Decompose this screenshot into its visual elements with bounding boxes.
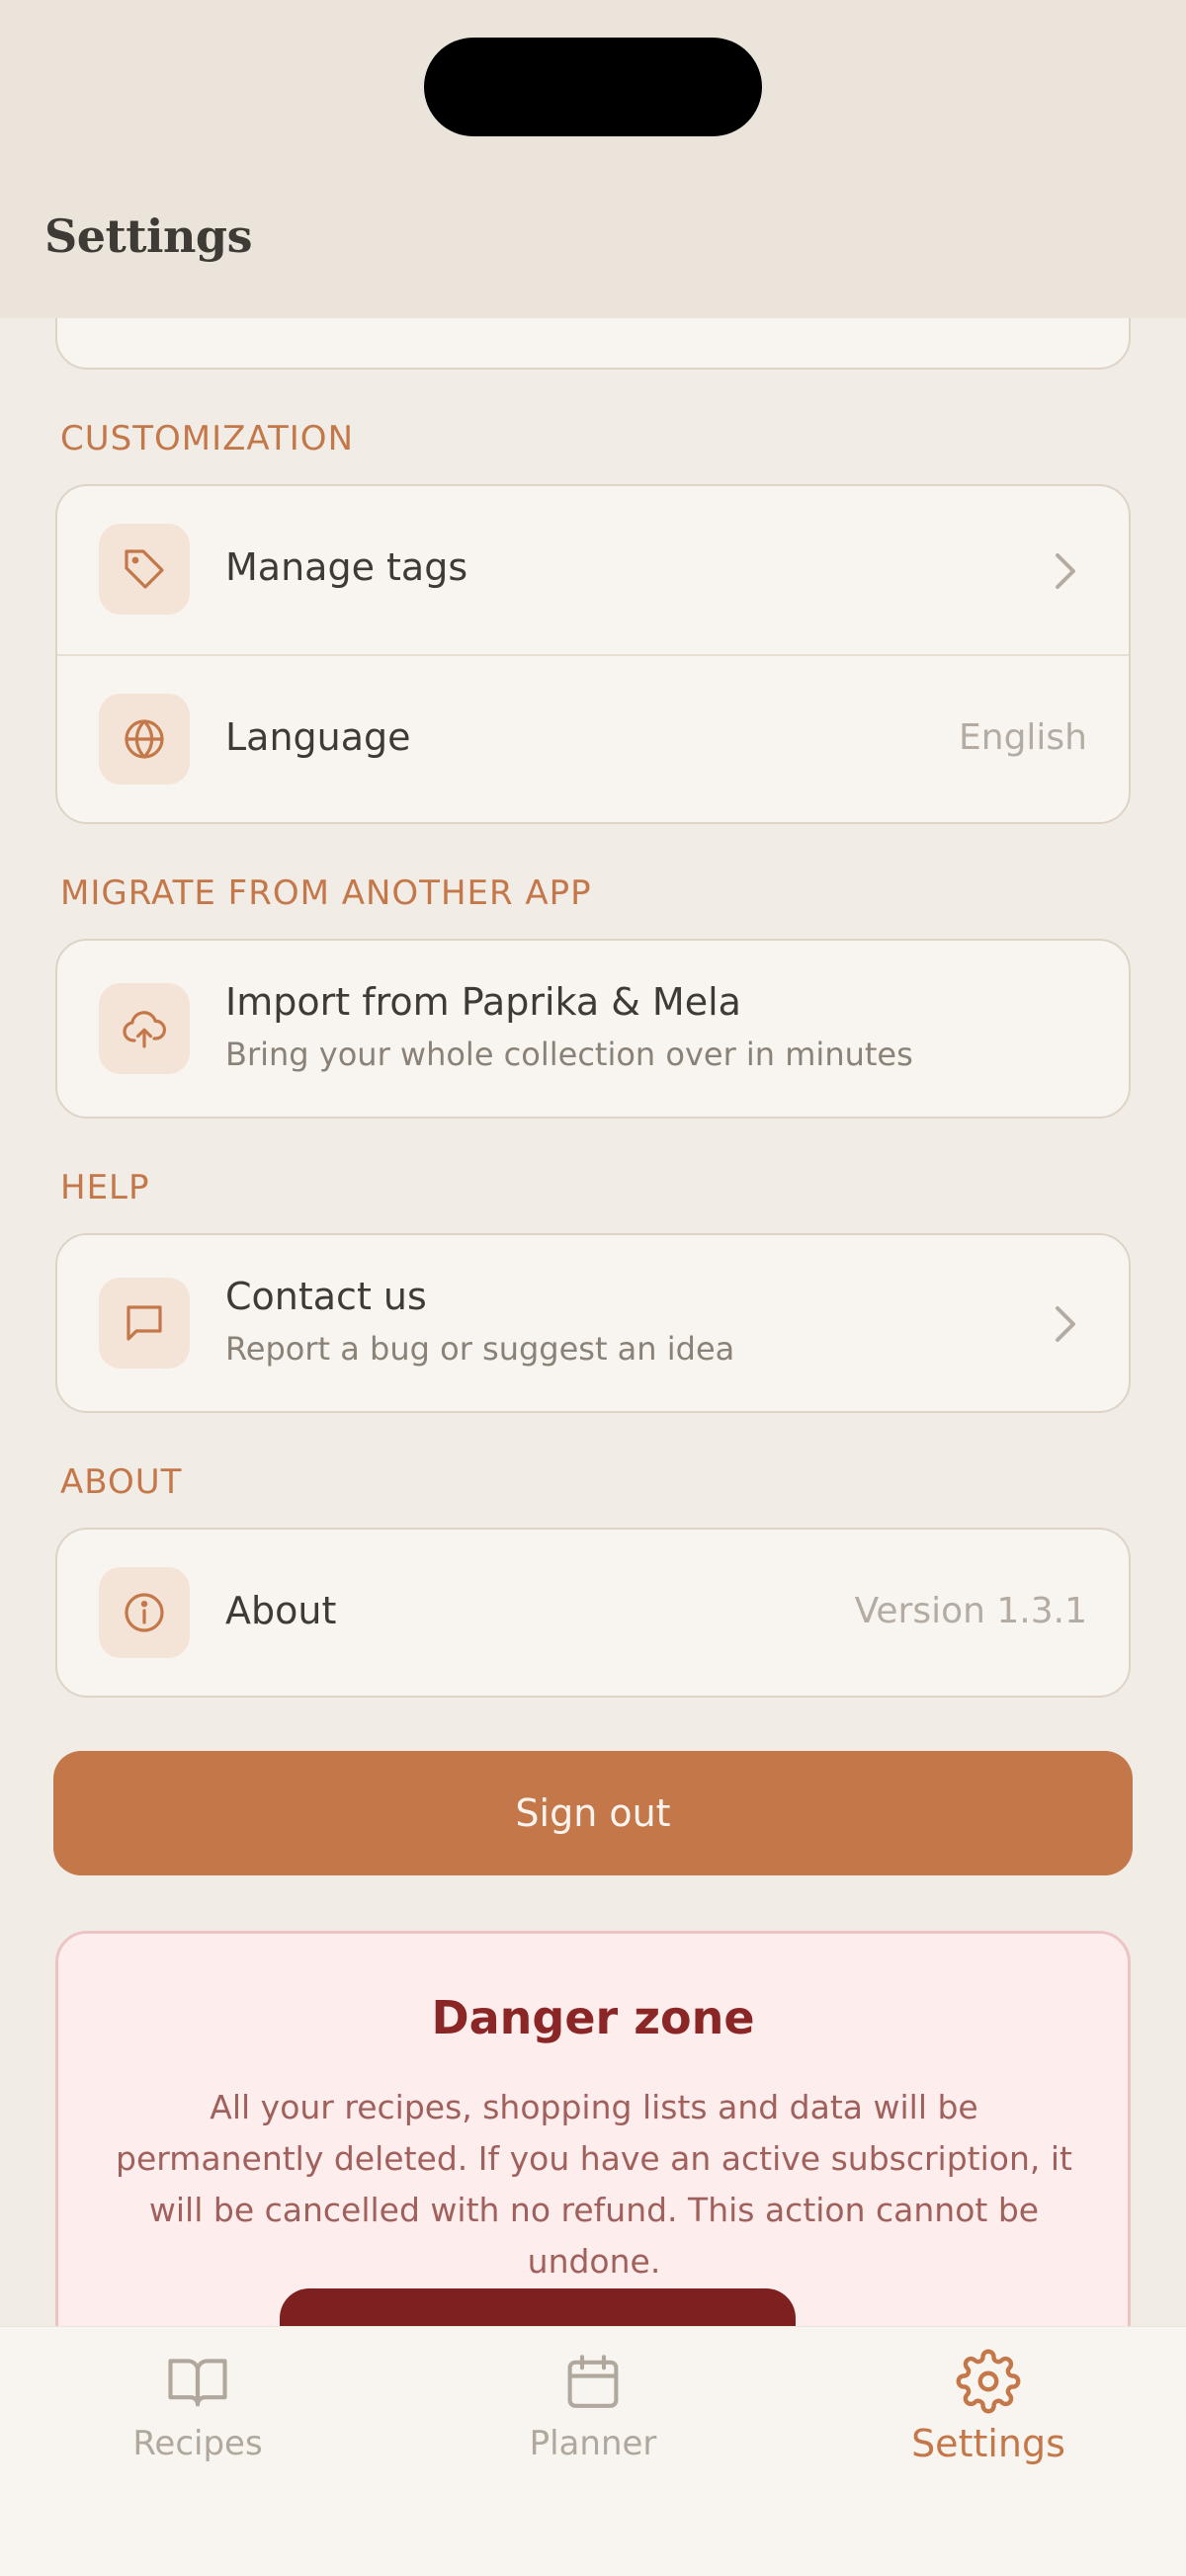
section-title-customization: CUSTOMIZATION xyxy=(60,419,355,458)
tab-label-recipes: Recipes xyxy=(132,2424,263,2463)
camera-notch xyxy=(424,38,762,136)
settings-card-partial xyxy=(55,318,1131,370)
language-value: English xyxy=(959,717,1087,758)
manage-tags-row[interactable]: Manage tags xyxy=(57,486,1129,654)
message-square-icon xyxy=(99,1278,190,1369)
section-title-about: ABOUT xyxy=(60,1462,183,1502)
version-value: Version 1.3.1 xyxy=(854,1591,1087,1631)
book-icon xyxy=(168,2359,227,2407)
info-icon xyxy=(99,1567,190,1658)
about-card: About Version 1.3.1 xyxy=(55,1528,1131,1698)
customization-card: Manage tags Language English xyxy=(55,484,1131,824)
tag-icon xyxy=(99,524,190,615)
section-title-help: HELP xyxy=(60,1168,150,1207)
gear-icon xyxy=(956,2349,1021,2414)
tab-planner[interactable]: Planner xyxy=(445,2349,741,2487)
contact-label: Contact us xyxy=(225,1275,427,1318)
globe-icon xyxy=(99,694,190,785)
import-label: Import from Paprika & Mela xyxy=(225,980,741,1024)
danger-zone-text: All your recipes, shopping lists and dat… xyxy=(116,2088,1072,2281)
contact-subtitle: Report a bug or suggest an idea xyxy=(225,1330,735,1368)
chevron-right-icon xyxy=(1056,1306,1075,1342)
language-row[interactable]: Language English xyxy=(57,656,1129,822)
section-title-migrate: MIGRATE FROM ANOTHER APP xyxy=(60,873,592,913)
sign-out-button[interactable]: Sign out xyxy=(53,1751,1133,1875)
danger-zone-card: Danger zone All your recipes, shopping l… xyxy=(55,1931,1131,2326)
chevron-right-icon xyxy=(1056,553,1075,589)
tab-recipes[interactable]: Recipes xyxy=(49,2349,346,2487)
delete-account-button[interactable] xyxy=(280,2288,796,2326)
tab-bar: Recipes Planner Settings xyxy=(0,2326,1186,2576)
help-card: Contact us Report a bug or suggest an id… xyxy=(55,1233,1131,1413)
language-label: Language xyxy=(225,715,411,759)
tab-label-planner: Planner xyxy=(529,2424,657,2463)
tab-label-settings: Settings xyxy=(911,2422,1065,2465)
page-title: Settings xyxy=(44,209,252,263)
import-subtitle: Bring your whole collection over in minu… xyxy=(225,1036,913,1073)
contact-row[interactable]: Contact us Report a bug or suggest an id… xyxy=(57,1235,1129,1411)
cloud-upload-icon xyxy=(99,983,190,1074)
settings-scroll-area[interactable]: CUSTOMIZATION Manage tags Language Engli… xyxy=(0,318,1186,2326)
about-label: About xyxy=(225,1589,337,1632)
tab-settings[interactable]: Settings xyxy=(840,2349,1137,2487)
header: Settings xyxy=(0,0,1186,318)
about-row[interactable]: About Version 1.3.1 xyxy=(57,1530,1129,1696)
danger-zone-title: Danger zone xyxy=(431,1991,755,2044)
calendar-icon xyxy=(567,2355,619,2408)
migrate-card: Import from Paprika & Mela Bring your wh… xyxy=(55,939,1131,1119)
import-row[interactable]: Import from Paprika & Mela Bring your wh… xyxy=(57,941,1129,1117)
manage-tags-label: Manage tags xyxy=(225,545,468,589)
